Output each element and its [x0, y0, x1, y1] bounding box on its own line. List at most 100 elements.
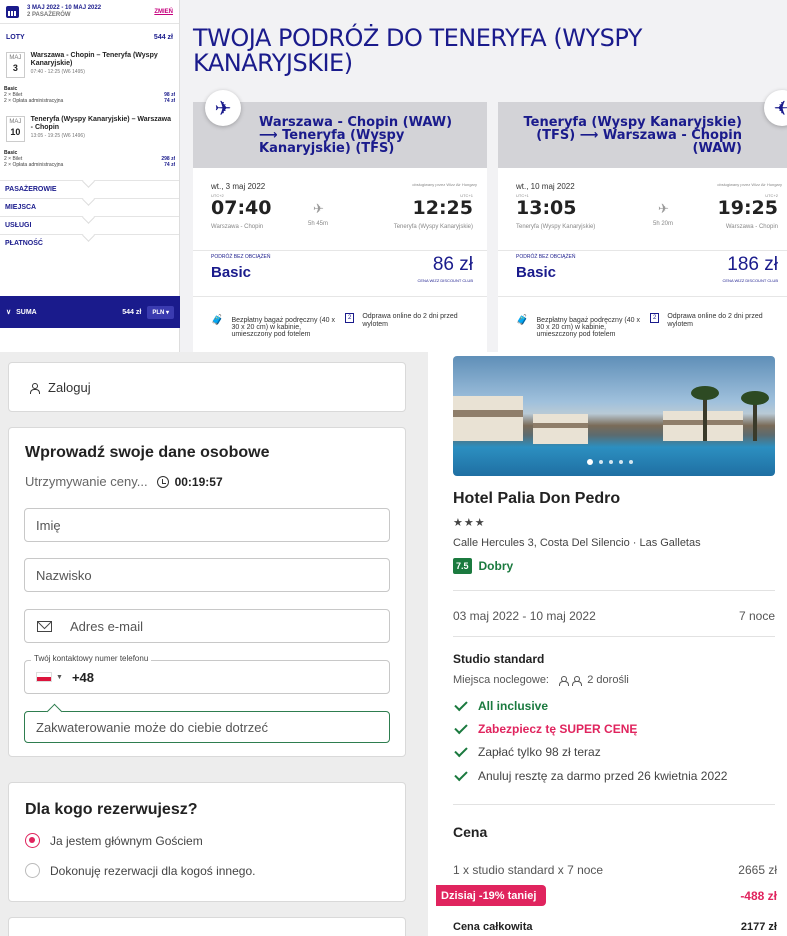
score-badge: 7.5	[453, 558, 472, 574]
inbound-checkin-info: 2 Odprawa online do 2 dni przed wylotem	[650, 313, 780, 329]
inbound-dep-city: Teneryfa (Wyspy Kanaryjskie)	[516, 224, 596, 230]
radio-empty-icon[interactable]	[25, 863, 40, 878]
calendar-icon	[6, 5, 19, 18]
feature-pay-now: Zapłać tylko 98 zł teraz	[453, 743, 601, 759]
outbound-dep-time: 07:40	[211, 197, 272, 219]
inbound-fare-name: Basic	[516, 264, 557, 281]
outbound-operator: obsługiwany przez Wizz Air Hungary	[412, 182, 477, 187]
phone-label: Twój kontaktowy numer telefonu	[31, 654, 152, 663]
outbound-duration: 5h 45m	[308, 221, 329, 227]
inbound-flight-item: MAJ 10 Teneryfa (Wyspy Kanaryjskie) – War…	[0, 114, 179, 150]
phone-field[interactable]: ▼ +48	[24, 660, 390, 694]
feature-super-price: Zabezpiecz tę SUPER CENĘ	[453, 720, 637, 736]
inbound-bag-info: 🧳 Bezpłatny bagaż podręczny (40 x 30 x 20…	[516, 315, 640, 339]
personal-data-title: Wprowadź swoje dane osobowe	[25, 444, 270, 461]
email-field[interactable]: Adres e-mail	[24, 609, 390, 643]
inbound-arr-city: Warszawa - Chopin	[725, 224, 778, 230]
stay-nights: 7 noce	[738, 609, 775, 623]
sum-label: SUMA	[16, 308, 37, 316]
inbound-flight-card: Teneryfa (Wyspy Kanaryjskie) (TFS) ⟶ War…	[498, 90, 787, 352]
inbound-price: 186 zł	[727, 254, 778, 275]
bag-icon: 🧳	[211, 315, 224, 326]
currency-select[interactable]: PLN ▾	[147, 305, 174, 319]
outbound-bag-info: 🧳 Bezpłatny bagaż podręczny (40 x 30 x 20…	[211, 315, 335, 339]
passenger-count: 2 PASAŻERÓW	[27, 11, 71, 18]
hotel-summary: Hotel Palia Don Pedro ★★★ Calle Hercules…	[436, 352, 787, 936]
room-type: Studio standard	[453, 652, 545, 666]
outbound-date: wt., 3 maj 2022	[211, 182, 266, 191]
last-name-field[interactable]: Nazwisko	[24, 558, 390, 592]
outbound-fare-name: Basic	[211, 264, 252, 281]
inbound-date: wt., 10 maj 2022	[516, 182, 575, 191]
person-icon	[559, 675, 570, 686]
inbound-operator: obsługiwany przez Wizz Air Hungary	[717, 182, 782, 187]
first-name-field[interactable]: Imię	[24, 508, 390, 542]
score-label: Dobry	[478, 559, 514, 573]
review-score: 7.5 Dobry	[453, 558, 513, 574]
outbound-flight-card: Warszawa - Chopin (WAW) ⟶ Teneryfa (Wysp…	[193, 90, 487, 352]
outbound-arr-city: Teneryfa (Wyspy Kanaryjskie)	[393, 224, 473, 230]
next-card	[8, 917, 406, 936]
outbound-fare-label: PODRÓŻ BEZ OBCIĄŻEŃ	[211, 254, 271, 260]
login-link[interactable]: Zaloguj	[48, 380, 91, 395]
calendar-icon: 2	[650, 313, 660, 323]
stay-dates: 03 maj 2022 - 10 maj 2022	[453, 609, 596, 623]
discount-badge: Dzisiaj -19% taniej	[436, 885, 547, 906]
poland-flag-icon[interactable]	[36, 672, 52, 682]
person-icon	[572, 675, 583, 686]
total-value: 2177 zł	[740, 921, 777, 933]
hotel-address: Calle Hercules 3, Costa Del Silencio · L…	[453, 537, 701, 549]
inbound-dep-time: 13:05	[516, 197, 577, 219]
outbound-price: 86 zł	[432, 254, 473, 275]
accommodation-note: Zakwaterowanie może do ciebie dotrzeć	[24, 711, 390, 743]
inbound-card-header: Teneryfa (Wyspy Kanaryjskie) (TFS) ⟶ War…	[498, 102, 787, 168]
check-icon	[454, 697, 468, 711]
airplane-icon: ✈	[658, 201, 669, 216]
discount-value: -488 zł	[740, 889, 777, 903]
hotel-photo-carousel[interactable]	[453, 356, 775, 476]
sum-bar[interactable]: ∨ SUMA 544 zł PLN ▾	[0, 296, 180, 328]
carousel-dots[interactable]	[587, 459, 633, 465]
flights-area: TWOJA PODRÓŻ DO TENERYFA (WYSPY KANARYJS…	[180, 0, 787, 352]
price-line-label: 1 x studio standard x 7 noce	[453, 863, 604, 877]
change-button[interactable]: ZMIEŃ	[154, 9, 173, 15]
envelope-icon	[37, 620, 52, 632]
user-icon	[29, 382, 40, 394]
flight-summary-strip: 3 MAJ 2022 - 10 MAJ 2022 2 PASAŻERÓW ZMIE…	[0, 0, 787, 352]
page-title: TWOJA PODRÓŻ DO TENERYFA (WYSPY KANARYJS…	[193, 24, 642, 77]
star-rating: ★★★	[453, 517, 486, 529]
airplane-icon: ✈	[313, 201, 324, 216]
calendar-icon: 2	[345, 313, 355, 323]
airplane-departure-icon: ✈	[205, 90, 241, 126]
sum-value: 544 zł	[122, 308, 142, 316]
chevron-down-icon[interactable]: ▼	[56, 674, 63, 681]
outbound-flight-item: MAJ 3 Warszawa - Chopin – Teneryfa (Wyspy…	[0, 50, 179, 86]
outbound-arr-time: 12:25	[412, 197, 473, 219]
chevron-down-icon: ∨	[6, 309, 12, 316]
login-card[interactable]: Zaloguj	[8, 362, 406, 412]
guest-form-area: Zaloguj Wprowadź swoje dane osobowe Utrz…	[0, 352, 428, 936]
outbound-date-badge: MAJ 3	[6, 52, 25, 78]
radio-someone-else[interactable]: Dokonuję rezerwacji dla kogoś innego.	[25, 863, 255, 878]
sidebar-header: 3 MAJ 2022 - 10 MAJ 2022 2 PASAŻERÓW ZMIE…	[0, 0, 179, 24]
inbound-fare-label: PODRÓŻ BEZ OBCIĄŻEŃ	[516, 254, 576, 260]
trip-dates: 3 MAJ 2022 - 10 MAJ 2022 2 PASAŻERÓW	[27, 4, 102, 18]
outbound-fare: Basic 2 × Bilet 98 zł 2 × Opłata administ…	[4, 86, 175, 104]
clock-icon	[156, 475, 169, 488]
inbound-club-note: CENA WIZZ DISCOUNT CLUB	[722, 278, 779, 283]
section-payment[interactable]: PŁATNOŚĆ	[0, 234, 179, 252]
booking-for-card: Dla kogo rezerwujesz? Ja jestem głównym …	[8, 782, 406, 902]
inbound-time: 13:05 - 19:25 (W6 1496)	[30, 133, 85, 139]
bag-icon: 🧳	[516, 315, 529, 326]
outbound-route: Warszawa - Chopin – Teneryfa (Wyspy Kana…	[30, 52, 158, 67]
feature-all-inclusive: All inclusive	[453, 697, 548, 713]
personal-data-card: Wprowadź swoje dane osobowe Utrzymywanie…	[8, 427, 406, 757]
price-hold: Utrzymywanie ceny... 00:19:57	[25, 474, 223, 489]
outbound-time: 07:40 - 12:25 (W6 1495)	[30, 69, 85, 75]
inbound-route: Teneryfa (Wyspy Kanaryjskie) – Warszawa …	[30, 116, 171, 131]
radio-selected-icon[interactable]	[25, 833, 40, 848]
radio-main-guest[interactable]: Ja jestem głównym Gościem	[25, 833, 203, 848]
outbound-club-note: CENA WIZZ DISCOUNT CLUB	[417, 278, 474, 283]
booking-sidebar: 3 MAJ 2022 - 10 MAJ 2022 2 PASAŻERÓW ZMIE…	[0, 0, 180, 352]
check-icon	[454, 743, 468, 757]
